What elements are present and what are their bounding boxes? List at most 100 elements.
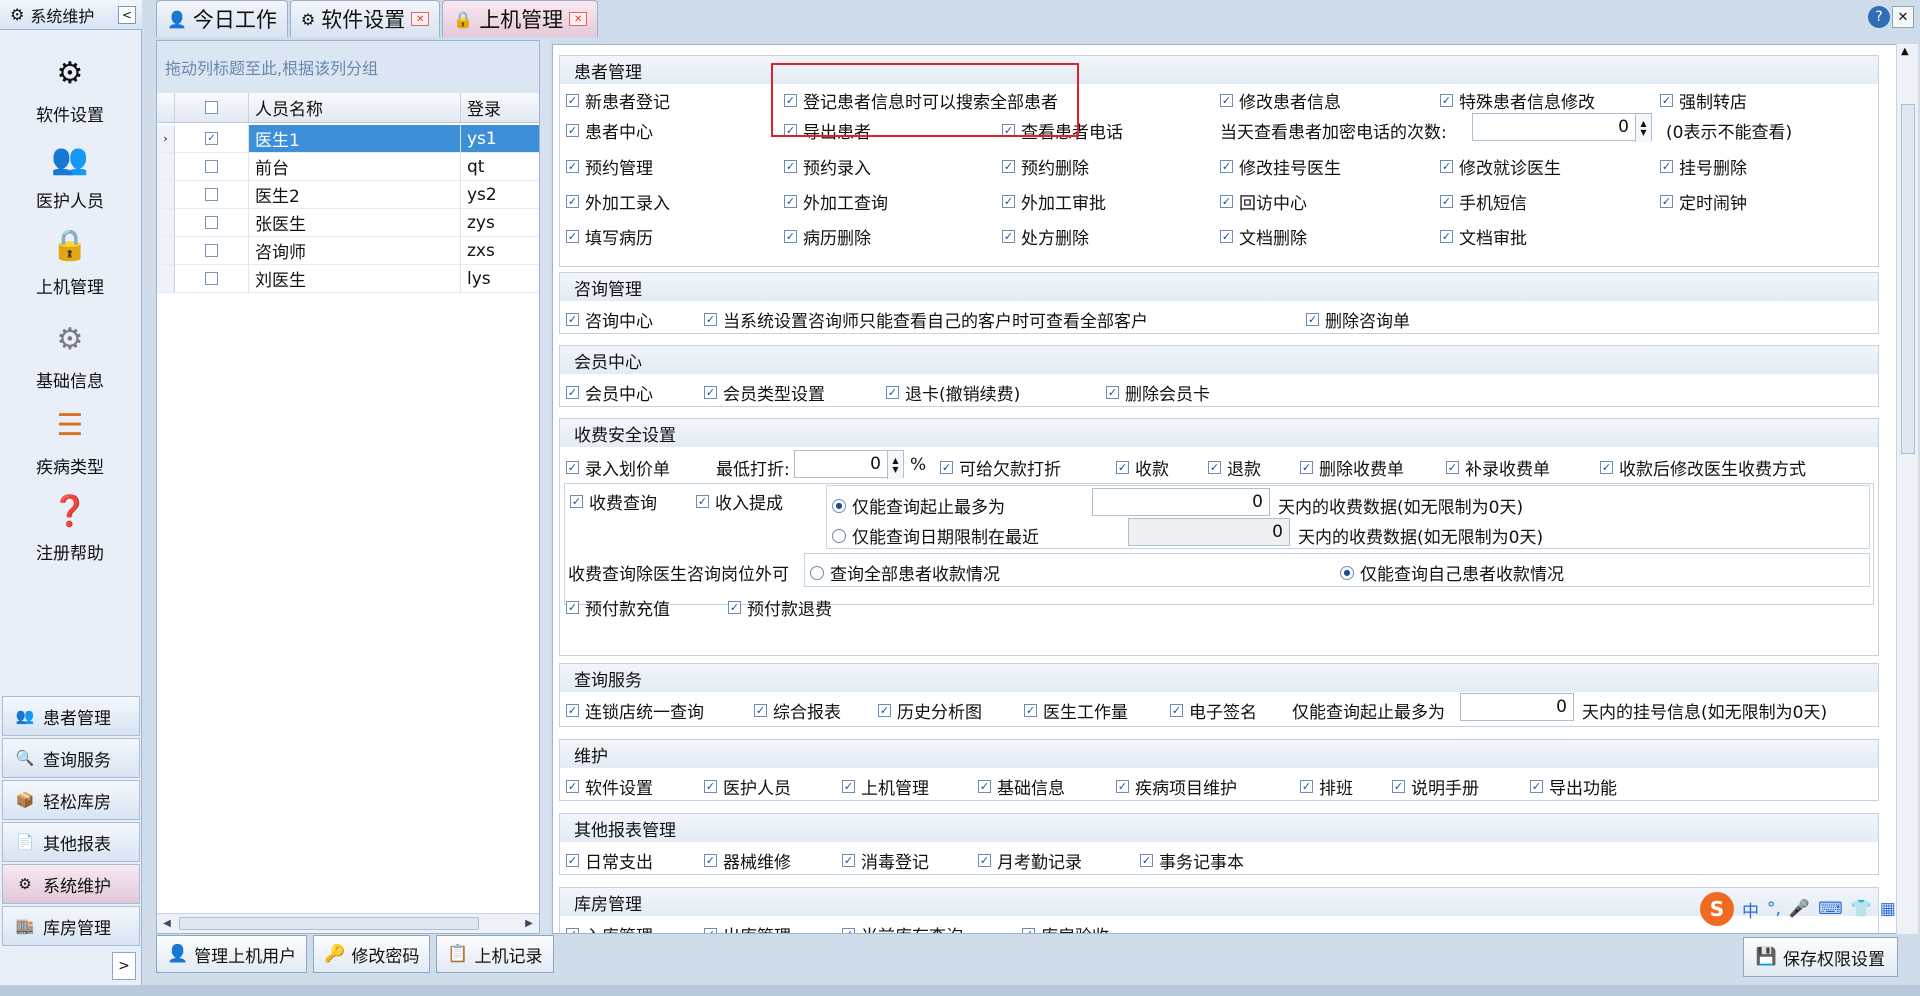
perm-write-record[interactable]: ✓ 填写病历: [566, 224, 653, 249]
perm-revisit-center[interactable]: ✓ 回访中心: [1220, 189, 1307, 214]
panel-splitter[interactable]: [540, 40, 550, 934]
column-header-name[interactable]: 人员名称: [249, 93, 461, 122]
login-records-button[interactable]: 📋 上机记录: [436, 935, 554, 973]
nav-easy-warehouse[interactable]: 📦 轻松库房: [2, 780, 140, 820]
expand-nav-button[interactable]: >: [112, 952, 136, 980]
scroll-thumb[interactable]: [1901, 104, 1915, 454]
row-checkbox[interactable]: ✓: [175, 125, 249, 152]
ime-language[interactable]: 中: [1742, 897, 1759, 922]
perm-warehouse-out[interactable]: ✓ 出库管理: [704, 922, 791, 933]
collapse-button[interactable]: <: [118, 6, 136, 24]
manage-users-button[interactable]: 👤 管理上机用户: [156, 935, 308, 973]
perm-monthly-attendance[interactable]: ✓ 月考勤记录: [978, 848, 1082, 873]
perm-doctor-workload[interactable]: ✓ 医生工作量: [1024, 698, 1128, 723]
scroll-right-icon[interactable]: ▶: [521, 916, 537, 931]
select-all-checkbox[interactable]: [175, 93, 249, 122]
perm-prepay-refund[interactable]: ✓ 预付款退费: [728, 595, 832, 620]
sogou-logo-icon[interactable]: S: [1700, 892, 1734, 926]
sidebar-item-login-management[interactable]: 🔒 上机管理: [10, 212, 130, 299]
scroll-up-icon[interactable]: ▲: [1901, 46, 1909, 57]
perm-force-transfer[interactable]: ✓ 强制转店: [1660, 88, 1747, 113]
radio-all-patients[interactable]: 查询全部患者收款情况: [810, 560, 1000, 585]
perm-new-patient[interactable]: ✓ 新患者登记: [566, 88, 670, 113]
punctuation-icon[interactable]: °,: [1767, 899, 1781, 919]
spinner-icon[interactable]: ▲ ▼: [1635, 114, 1651, 142]
perm-record-delete[interactable]: ✓ 病历删除: [784, 224, 871, 249]
perm-warehouse-in[interactable]: ✓ 入库管理: [566, 922, 653, 933]
table-row[interactable]: 前台 qt: [157, 153, 539, 181]
perm-disinfection-log[interactable]: ✓ 消毒登记: [842, 848, 929, 873]
perm-equipment-repair[interactable]: ✓ 器械维修: [704, 848, 791, 873]
perm-delete-member-card[interactable]: ✓ 删除会员卡: [1106, 380, 1210, 405]
perm-charge[interactable]: ✓ 收款: [1116, 455, 1169, 480]
perm-sms[interactable]: ✓ 手机短信: [1440, 189, 1527, 214]
save-permissions-button[interactable]: 💾 保存权限设置: [1742, 937, 1898, 977]
horizontal-scrollbar[interactable]: ◀ ▶: [157, 913, 539, 933]
close-icon[interactable]: ✕: [411, 12, 430, 26]
perm-member-type-setting[interactable]: ✓ 会员类型设置: [704, 380, 825, 405]
help-icon[interactable]: ?: [1868, 6, 1890, 28]
nav-query-service[interactable]: 🔍 查询服务: [2, 738, 140, 778]
perm-income-commission[interactable]: ✓ 收入提成: [696, 489, 783, 514]
perm-registration-delete[interactable]: ✓ 挂号删除: [1660, 154, 1747, 179]
perm-appointment-management[interactable]: ✓ 预约管理: [566, 154, 653, 179]
perm-card-refund[interactable]: ✓ 退卡(撤销续费): [886, 380, 1020, 405]
sidebar-item-basic-info[interactable]: ⚙ 基础信息: [10, 306, 130, 393]
tab-login-management[interactable]: 🔒 上机管理 ✕: [442, 0, 599, 37]
sidebar-item-disease-types[interactable]: ☰ 疾病类型: [10, 392, 130, 479]
perm-timed-alarm[interactable]: ✓ 定时闹钟: [1660, 189, 1747, 214]
perm-stock-query[interactable]: ✓ 当前库存查询: [842, 922, 963, 933]
table-row[interactable]: › ✓ 医生1 ys1: [157, 125, 539, 153]
perm-summary-report[interactable]: ✓ 综合报表: [754, 698, 841, 723]
table-row[interactable]: 张医生 zys: [157, 209, 539, 237]
perm-edit-doctor-after-charge[interactable]: ✓ 收款后修改医生收费方式: [1600, 455, 1806, 480]
table-row[interactable]: 咨询师 zxs: [157, 237, 539, 265]
perm-appointment-entry[interactable]: ✓ 预约录入: [784, 154, 871, 179]
sidebar-item-software-settings[interactable]: ⚙ 软件设置: [10, 40, 130, 127]
row-checkbox[interactable]: [175, 265, 249, 292]
perm-debt-discount[interactable]: ✓ 可给欠款打折: [940, 455, 1061, 480]
perm-fee-entry[interactable]: ✓ 录入划价单: [566, 455, 670, 480]
perm-memo-notebook[interactable]: ✓ 事务记事本: [1140, 848, 1244, 873]
max-days-input[interactable]: 0: [1092, 488, 1270, 516]
change-password-button[interactable]: 🔑 修改密码: [313, 935, 431, 973]
vertical-scrollbar[interactable]: ▲: [1896, 44, 1918, 934]
query-max-days-input[interactable]: 0: [1460, 693, 1574, 721]
scroll-left-icon[interactable]: ◀: [159, 916, 175, 931]
microphone-icon[interactable]: 🎤: [1789, 899, 1810, 919]
scroll-thumb[interactable]: [179, 917, 479, 930]
perm-fee-query[interactable]: ✓ 收费查询: [570, 489, 657, 514]
perm-patient-center[interactable]: ✓ 患者中心: [566, 118, 653, 143]
perm-prepay-recharge[interactable]: ✓ 预付款充值: [566, 595, 670, 620]
nav-patient-management[interactable]: 👥 患者管理: [2, 696, 140, 736]
apps-grid-icon[interactable]: ▦: [1880, 899, 1896, 919]
perm-document-delete[interactable]: ✓ 文档删除: [1220, 224, 1307, 249]
perm-login-management[interactable]: ✓ 上机管理: [842, 774, 929, 799]
perm-document-approve[interactable]: ✓ 文档审批: [1440, 224, 1527, 249]
close-icon[interactable]: ✕: [1892, 6, 1914, 28]
row-checkbox[interactable]: [175, 153, 249, 180]
radio-max-days[interactable]: ● 仅能查询起止最多为: [832, 493, 1005, 518]
phone-times-input[interactable]: 0 ▲ ▼: [1472, 113, 1652, 142]
perm-external-entry[interactable]: ✓ 外加工录入: [566, 189, 670, 214]
perm-disease-maintenance[interactable]: ✓ 疾病项目维护: [1116, 774, 1237, 799]
column-header-login[interactable]: 登录: [461, 93, 539, 122]
perm-medical-staff[interactable]: ✓ 医护人员: [704, 774, 791, 799]
perm-member-center[interactable]: ✓ 会员中心: [566, 380, 653, 405]
perm-delete-bill[interactable]: ✓ 删除收费单: [1300, 455, 1404, 480]
row-checkbox[interactable]: [175, 237, 249, 264]
perm-prescription-delete[interactable]: ✓ 处方删除: [1002, 224, 1089, 249]
perm-add-bill[interactable]: ✓ 补录收费单: [1446, 455, 1550, 480]
perm-edit-patient-info[interactable]: ✓ 修改患者信息: [1220, 88, 1341, 113]
row-checkbox[interactable]: [175, 181, 249, 208]
table-row[interactable]: 医生2 ys2: [157, 181, 539, 209]
perm-consult-center[interactable]: ✓ 咨询中心: [566, 307, 653, 332]
perm-chain-query[interactable]: ✓ 连锁店统一查询: [566, 698, 704, 723]
perm-e-signature[interactable]: ✓ 电子签名: [1170, 698, 1257, 723]
perm-special-patient-edit[interactable]: ✓ 特殊患者信息修改: [1440, 88, 1595, 113]
perm-manual[interactable]: ✓ 说明手册: [1392, 774, 1479, 799]
perm-basic-info[interactable]: ✓ 基础信息: [978, 774, 1065, 799]
perm-appointment-delete[interactable]: ✓ 预约删除: [1002, 154, 1089, 179]
close-icon[interactable]: ✕: [569, 12, 588, 26]
perm-edit-visit-doctor[interactable]: ✓ 修改就诊医生: [1440, 154, 1561, 179]
